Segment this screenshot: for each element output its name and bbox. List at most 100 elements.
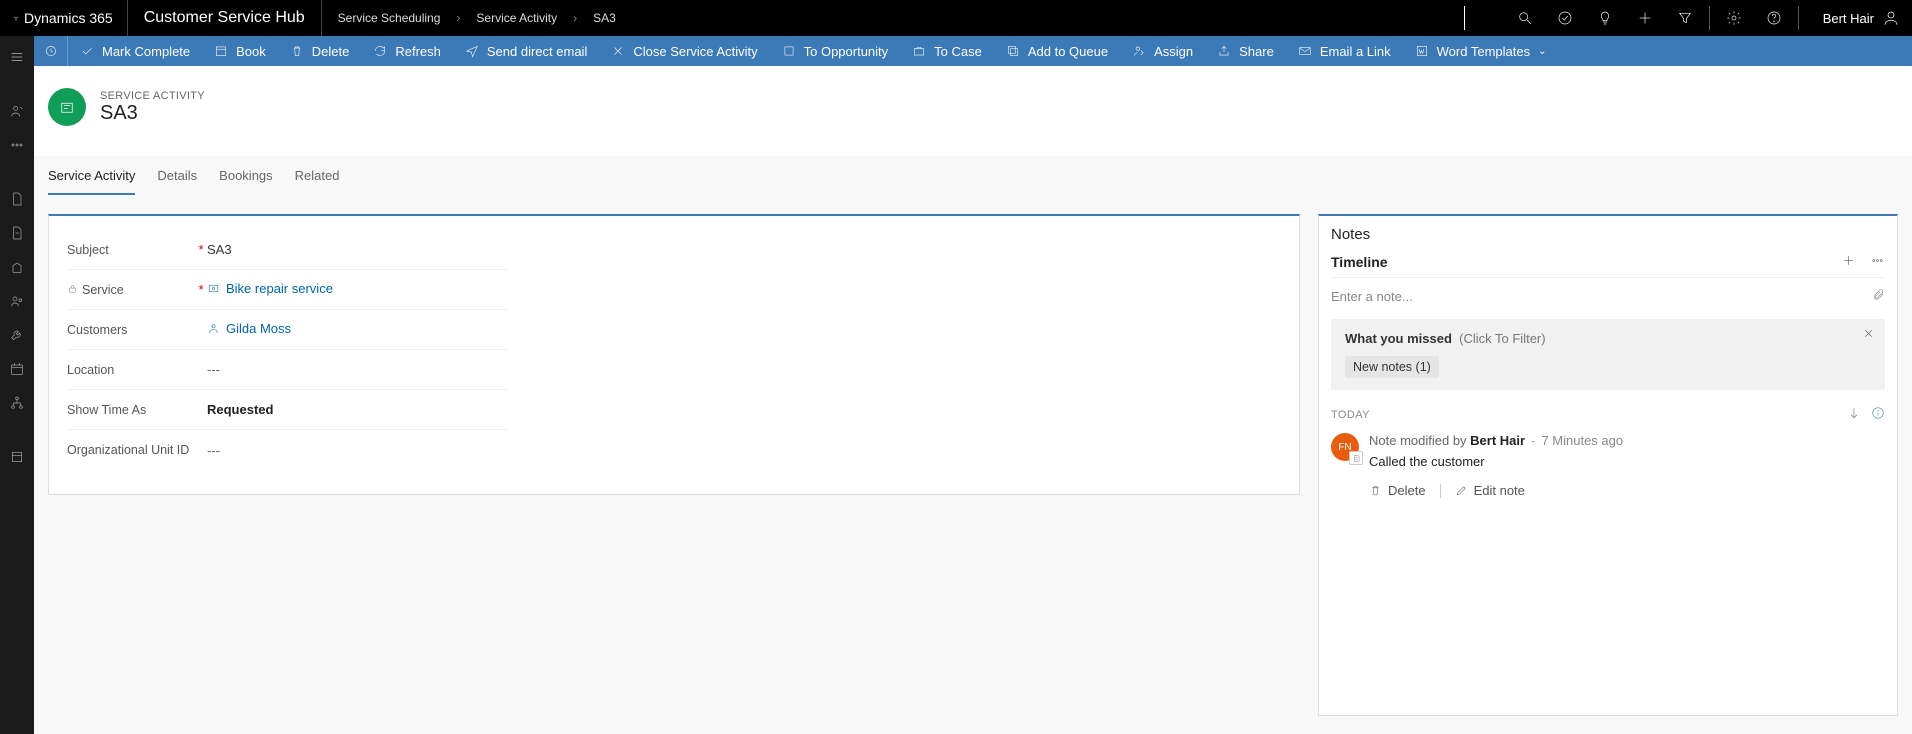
book-button[interactable]: Book	[202, 36, 278, 66]
field-label: Subject	[67, 243, 109, 257]
timeline-label: Timeline	[1331, 254, 1388, 270]
search-icon[interactable]	[1505, 0, 1545, 36]
close-service-activity-button[interactable]: Close Service Activity	[599, 36, 769, 66]
search-cursor	[1464, 6, 1465, 30]
field-value-link[interactable]: Gilda Moss	[207, 321, 291, 336]
filter-icon[interactable]	[1665, 0, 1705, 36]
nav-calendar-icon[interactable]	[0, 352, 34, 386]
command-bar: Mark Complete Book Delete Refresh Send d…	[34, 36, 1912, 66]
nav-file2-icon[interactable]	[0, 216, 34, 250]
hamburger-icon[interactable]	[0, 40, 34, 74]
label: Delete	[312, 44, 350, 59]
close-icon[interactable]	[1862, 327, 1875, 343]
user-name: Bert Hair	[1823, 11, 1874, 26]
divider	[1440, 484, 1441, 498]
share-button[interactable]: Share	[1205, 36, 1286, 66]
field-value[interactable]: Requested	[207, 402, 273, 417]
product-logo[interactable]: Dynamics 365	[0, 0, 127, 36]
label: Email a Link	[1320, 44, 1391, 59]
avatar: FN	[1331, 433, 1359, 461]
label: Add to Queue	[1028, 44, 1108, 59]
record-name: SA3	[100, 102, 205, 125]
missed-heading: What you missed (Click To Filter)	[1345, 331, 1871, 346]
person-icon	[1882, 9, 1900, 27]
field-value-link[interactable]: Bike repair service	[207, 281, 333, 296]
more-icon[interactable]	[1870, 253, 1885, 271]
add-to-queue-button[interactable]: Add to Queue	[994, 36, 1120, 66]
field-value[interactable]: ---	[207, 362, 220, 377]
nav-person-icon[interactable]	[0, 94, 34, 128]
chevron-down-icon	[1538, 44, 1546, 59]
nav-more-icon[interactable]	[0, 128, 34, 162]
tab-service-activity[interactable]: Service Activity	[48, 168, 135, 195]
form-card: Subject * SA3 Service * Bike repair serv…	[48, 214, 1300, 495]
attachment-icon[interactable]	[1872, 288, 1885, 304]
lightbulb-icon[interactable]	[1585, 0, 1625, 36]
assign-button[interactable]: Assign	[1120, 36, 1205, 66]
note-input[interactable]: Enter a note...	[1331, 278, 1885, 315]
field-value[interactable]: SA3	[207, 242, 232, 257]
breadcrumb-item[interactable]: Service Scheduling	[330, 11, 449, 25]
nav-app-icon[interactable]	[0, 440, 34, 474]
notes-panel: Notes Timeline Enter a note... What you …	[1318, 214, 1898, 716]
notes-section-title: Notes	[1331, 226, 1885, 243]
nav-tool-icon[interactable]	[0, 318, 34, 352]
delete-button[interactable]: Delete	[278, 36, 362, 66]
refresh-button[interactable]: Refresh	[361, 36, 453, 66]
send-direct-email-button[interactable]: Send direct email	[453, 36, 599, 66]
field-value[interactable]: ---	[207, 443, 220, 458]
today-divider: TODAY	[1331, 406, 1885, 423]
timeline-header: Timeline	[1331, 253, 1885, 278]
nav-people-icon[interactable]	[0, 284, 34, 318]
lock-icon	[67, 283, 78, 297]
label: To Opportunity	[804, 44, 889, 59]
tab-bookings[interactable]: Bookings	[219, 168, 272, 195]
tab-related[interactable]: Related	[295, 168, 340, 195]
recent-icon[interactable]	[34, 36, 68, 66]
add-note-icon[interactable]	[1841, 253, 1856, 271]
delete-note-button[interactable]: Delete	[1369, 483, 1426, 498]
global-nav-bar: Dynamics 365 Customer Service Hub Servic…	[0, 0, 1912, 36]
note-actions: Delete Edit note	[1369, 483, 1885, 498]
note-type-icon	[1349, 451, 1363, 465]
nav-hierarchy-icon[interactable]	[0, 386, 34, 420]
label: Share	[1239, 44, 1274, 59]
task-icon[interactable]	[1545, 0, 1585, 36]
chevron-right-icon	[565, 11, 585, 25]
record-type-icon	[48, 88, 86, 126]
email-a-link-button[interactable]: Email a Link	[1286, 36, 1403, 66]
divider	[1709, 6, 1710, 30]
user-menu[interactable]: Bert Hair	[1803, 9, 1912, 27]
tab-details[interactable]: Details	[157, 168, 197, 195]
edit-note-button[interactable]: Edit note	[1455, 483, 1525, 498]
info-icon[interactable]	[1871, 406, 1885, 423]
breadcrumb: Service Scheduling Service Activity SA3	[322, 11, 624, 25]
field-location: Location ---	[67, 350, 507, 390]
today-label: TODAY	[1331, 409, 1370, 421]
nav-org-icon[interactable]	[0, 250, 34, 284]
record-type-label: SERVICE ACTIVITY	[100, 90, 205, 102]
help-icon[interactable]	[1754, 0, 1794, 36]
label: Book	[236, 44, 266, 59]
required-indicator: *	[195, 242, 207, 257]
to-opportunity-button[interactable]: To Opportunity	[770, 36, 901, 66]
form-tabs: Service Activity Details Bookings Relate…	[34, 156, 1912, 196]
record-header: SERVICE ACTIVITY SA3	[34, 66, 1912, 156]
new-notes-chip[interactable]: New notes (1)	[1345, 356, 1439, 378]
word-templates-button[interactable]: Word Templates	[1403, 36, 1559, 66]
required-indicator: *	[195, 282, 207, 297]
timeline-note-item: FN Note modified by Bert Hair-7 Minutes …	[1331, 433, 1885, 469]
field-label: Service	[82, 283, 124, 297]
main-area: Mark Complete Book Delete Refresh Send d…	[34, 36, 1912, 734]
to-case-button[interactable]: To Case	[900, 36, 994, 66]
breadcrumb-item[interactable]: SA3	[585, 11, 624, 25]
sort-icon[interactable]	[1847, 406, 1861, 423]
app-name[interactable]: Customer Service Hub	[128, 0, 321, 36]
field-label: Organizational Unit ID	[67, 442, 189, 458]
breadcrumb-item[interactable]: Service Activity	[468, 11, 565, 25]
gear-icon[interactable]	[1714, 0, 1754, 36]
add-icon[interactable]	[1625, 0, 1665, 36]
mark-complete-button[interactable]: Mark Complete	[68, 36, 202, 66]
nav-file-icon[interactable]	[0, 182, 34, 216]
chevron-right-icon	[448, 11, 468, 25]
